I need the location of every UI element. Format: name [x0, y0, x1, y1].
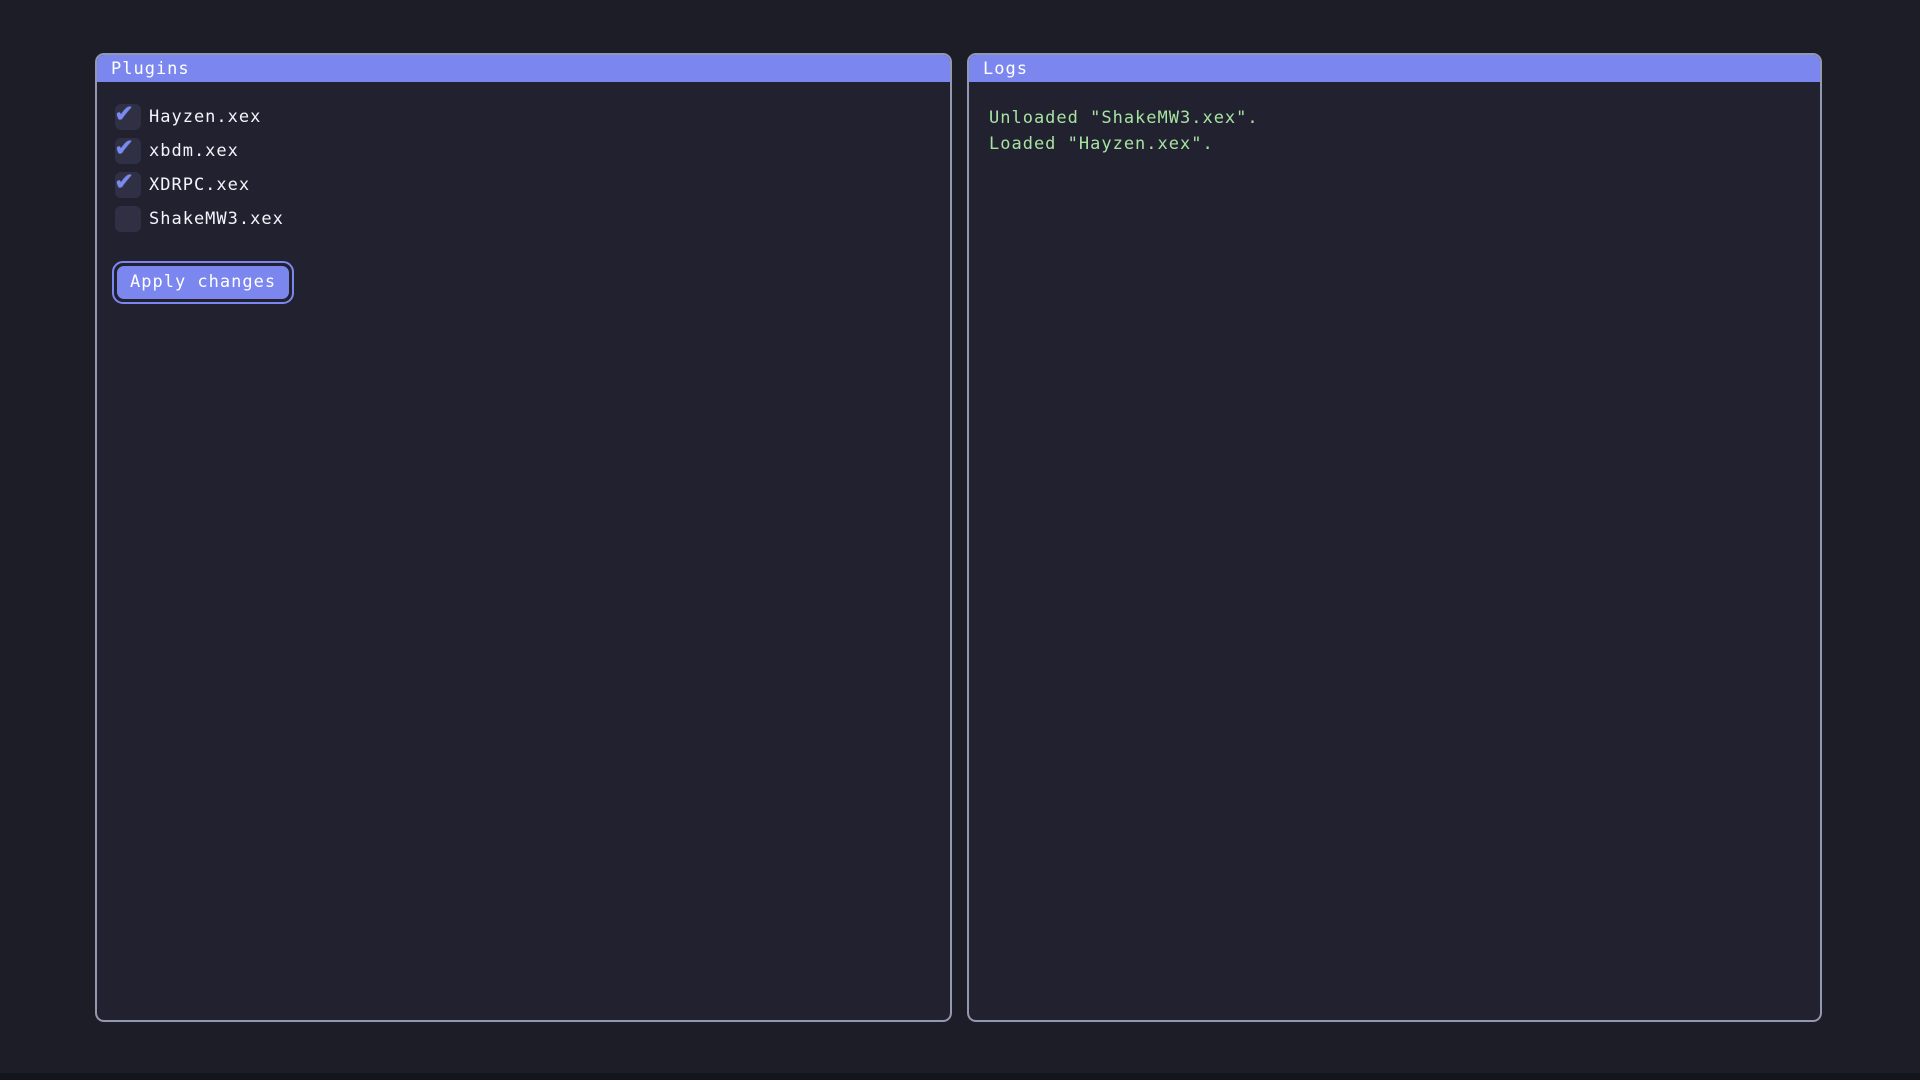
logs-panel-title: Logs [983, 59, 1028, 79]
apply-changes-button[interactable]: Apply changes [117, 266, 289, 299]
plugin-checkbox-shakemw3[interactable]: ✔ [115, 206, 141, 232]
checkmark-icon: ✔ [116, 131, 132, 162]
log-line: Unloaded "ShakeMW3.xex". [989, 105, 1800, 131]
plugin-checkbox-xdrpc[interactable]: ✔ [115, 172, 141, 198]
plugin-row-xbdm[interactable]: ✔ xbdm.xex [115, 138, 932, 164]
plugin-label: ShakeMW3.xex [149, 209, 284, 229]
apply-changes-button-focus-ring: Apply changes [112, 261, 294, 304]
window-bottom-edge [0, 1073, 1920, 1080]
checkmark-icon: ✔ [116, 165, 132, 196]
plugin-label: Hayzen.xex [149, 107, 261, 127]
plugin-label: xbdm.xex [149, 141, 239, 161]
plugins-panel-title: Plugins [111, 59, 190, 79]
plugin-label: XDRPC.xex [149, 175, 250, 195]
logs-panel: Logs Unloaded "ShakeMW3.xex". Loaded "Ha… [967, 53, 1822, 1022]
plugins-panel-header: Plugins [97, 55, 950, 82]
plugin-row-hayzen[interactable]: ✔ Hayzen.xex [115, 104, 932, 130]
plugin-row-xdrpc[interactable]: ✔ XDRPC.xex [115, 172, 932, 198]
log-output: Unloaded "ShakeMW3.xex". Loaded "Hayzen.… [969, 82, 1820, 180]
plugin-checkbox-xbdm[interactable]: ✔ [115, 138, 141, 164]
log-line: Loaded "Hayzen.xex". [989, 131, 1800, 157]
checkmark-icon: ✔ [116, 97, 132, 128]
logs-panel-header: Logs [969, 55, 1820, 82]
plugins-panel: Plugins ✔ Hayzen.xex ✔ xbdm.xex ✔ XDRPC.… [95, 53, 952, 1022]
plugin-checkbox-hayzen[interactable]: ✔ [115, 104, 141, 130]
plugin-row-shakemw3[interactable]: ✔ ShakeMW3.xex [115, 206, 932, 232]
plugins-list: ✔ Hayzen.xex ✔ xbdm.xex ✔ XDRPC.xex ✔ Sh… [97, 82, 950, 326]
